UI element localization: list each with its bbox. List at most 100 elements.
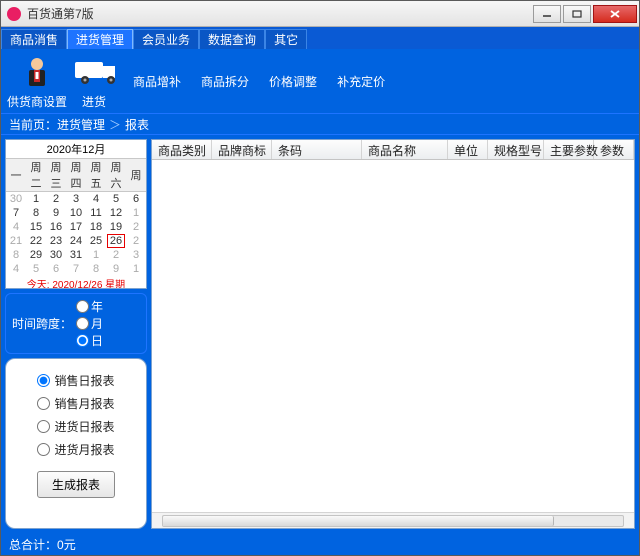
menu-tab-0[interactable]: 商品消售 [1,29,67,49]
calendar-day[interactable]: 5 [106,192,126,206]
grid-column-header[interactable]: 商品类别 [152,140,212,159]
calendar-day[interactable]: 23 [46,234,66,248]
timespan-option-月[interactable]: 月 [76,315,103,332]
calendar-day[interactable]: 31 [66,248,86,262]
timespan-label: 时间跨度： [12,315,72,332]
timespan-option-日[interactable]: 日 [76,332,103,349]
calendar-day[interactable]: 17 [66,220,86,234]
calendar-day[interactable]: 8 [26,206,46,220]
supplier-settings-button[interactable]: 供货商设置 [7,53,67,110]
supplier-icon [16,53,58,91]
calendar-day[interactable]: 16 [46,220,66,234]
calendar-day[interactable]: 15 [26,220,46,234]
breadcrumb-item-1: 报表 [125,116,149,133]
calendar[interactable]: 2020年12月 一周二周三周四周五周六周3012345678910111214… [5,139,147,289]
status-total-label: 总合计： [9,536,57,553]
report-type-group: 销售日报表销售月报表进货日报表进货月报表 生成报表 [5,358,147,530]
calendar-day[interactable]: 6 [46,262,66,276]
calendar-day[interactable]: 22 [26,234,46,248]
calendar-day[interactable]: 30 [6,192,26,206]
calendar-day[interactable]: 7 [66,262,86,276]
toolbar: 供货商设置 进货 商品增补 商品拆分 价格调整 补充定价 [1,49,639,113]
calendar-day[interactable]: 21 [6,234,26,248]
calendar-day[interactable]: 9 [46,206,66,220]
calendar-day[interactable]: 26 [106,234,126,248]
calendar-day[interactable]: 4 [6,220,26,234]
close-button[interactable] [593,5,637,23]
calendar-day[interactable]: 3 [126,248,146,262]
grid-column-header[interactable]: 品牌商标 [212,140,272,159]
calendar-day[interactable]: 2 [46,192,66,206]
calendar-day[interactable]: 6 [126,192,146,206]
menu-tab-2[interactable]: 会员业务 [133,29,199,49]
calendar-day[interactable]: 1 [126,206,146,220]
breadcrumb: 当前页： 进货管理 ＞ 报表 [1,113,639,135]
calendar-day[interactable]: 10 [66,206,86,220]
calendar-weekday: 周三 [46,159,66,192]
report-option[interactable]: 销售月报表 [37,395,114,412]
status-total-value: 0元 [57,536,76,553]
grid-column-header[interactable]: 条码 [272,140,362,159]
toolbar-link-0[interactable]: 商品增补 [133,73,181,90]
toolbar-link-3[interactable]: 补充定价 [337,73,385,90]
calendar-weekday: 周四 [66,159,86,192]
calendar-weekday: 周 [126,159,146,192]
calendar-day[interactable]: 1 [86,248,106,262]
calendar-day[interactable]: 18 [86,220,106,234]
calendar-weekday: 一 [6,159,26,192]
report-option[interactable]: 进货月报表 [37,441,114,458]
calendar-day[interactable]: 11 [86,206,106,220]
calendar-today-link[interactable]: 今天: 2020/12/26 星期 [6,276,146,288]
calendar-day[interactable]: 12 [106,206,126,220]
calendar-day[interactable]: 25 [86,234,106,248]
grid-column-header[interactable]: 规格型号 [488,140,544,159]
grid-column-header[interactable]: 主要参数 [544,140,594,159]
calendar-day[interactable]: 5 [26,262,46,276]
calendar-day[interactable]: 4 [6,262,26,276]
calendar-day[interactable]: 8 [6,248,26,262]
report-option[interactable]: 销售日报表 [37,372,114,389]
calendar-day[interactable]: 29 [26,248,46,262]
calendar-day[interactable]: 3 [66,192,86,206]
timespan-selector: 时间跨度： 年月日 [5,293,147,354]
stock-in-button[interactable]: 进货 [73,53,115,110]
minimize-button[interactable] [533,5,561,23]
grid-column-header[interactable]: 单位 [448,140,488,159]
calendar-day[interactable]: 30 [46,248,66,262]
menu-tab-4[interactable]: 其它 [265,29,307,49]
calendar-day[interactable]: 1 [26,192,46,206]
calendar-day[interactable]: 2 [126,220,146,234]
calendar-day[interactable]: 24 [66,234,86,248]
calendar-weekday: 周二 [26,159,46,192]
grid-column-header[interactable]: 商品名称 [362,140,448,159]
calendar-day[interactable]: 19 [106,220,126,234]
scrollbar-thumb[interactable] [163,516,554,526]
menu-tab-3[interactable]: 数据查询 [199,29,265,49]
horizontal-scrollbar[interactable] [152,512,634,528]
breadcrumb-item-0: 进货管理 [57,116,105,133]
calendar-day[interactable]: 1 [126,262,146,276]
data-grid: 商品类别品牌商标条码商品名称单位规格型号主要参数参数 [151,139,635,529]
calendar-day[interactable]: 7 [6,206,26,220]
generate-report-button[interactable]: 生成报表 [37,471,115,498]
minimize-icon [542,10,552,18]
report-option[interactable]: 进货日报表 [37,418,114,435]
calendar-weekday: 周五 [86,159,106,192]
titlebar: 百货通第7版 [1,1,639,27]
toolbar-link-2[interactable]: 价格调整 [269,73,317,90]
sidebar: 2020年12月 一周二周三周四周五周六周3012345678910111214… [5,139,147,529]
window-title: 百货通第7版 [27,5,531,22]
app-window: 百货通第7版 商品消售进货管理会员业务数据查询其它 供货商设置 [0,0,640,556]
calendar-day[interactable]: 9 [106,262,126,276]
calendar-day[interactable]: 8 [86,262,106,276]
grid-column-header[interactable]: 参数 [594,140,634,159]
timespan-option-年[interactable]: 年 [76,298,103,315]
toolbar-link-1[interactable]: 商品拆分 [201,73,249,90]
maximize-button[interactable] [563,5,591,23]
menu-tab-1[interactable]: 进货管理 [67,29,133,49]
calendar-day[interactable]: 4 [86,192,106,206]
calendar-day[interactable]: 2 [106,248,126,262]
statusbar: 总合计： 0元 [1,533,639,555]
calendar-day[interactable]: 2 [126,234,146,248]
breadcrumb-sep: ＞ [109,116,121,133]
